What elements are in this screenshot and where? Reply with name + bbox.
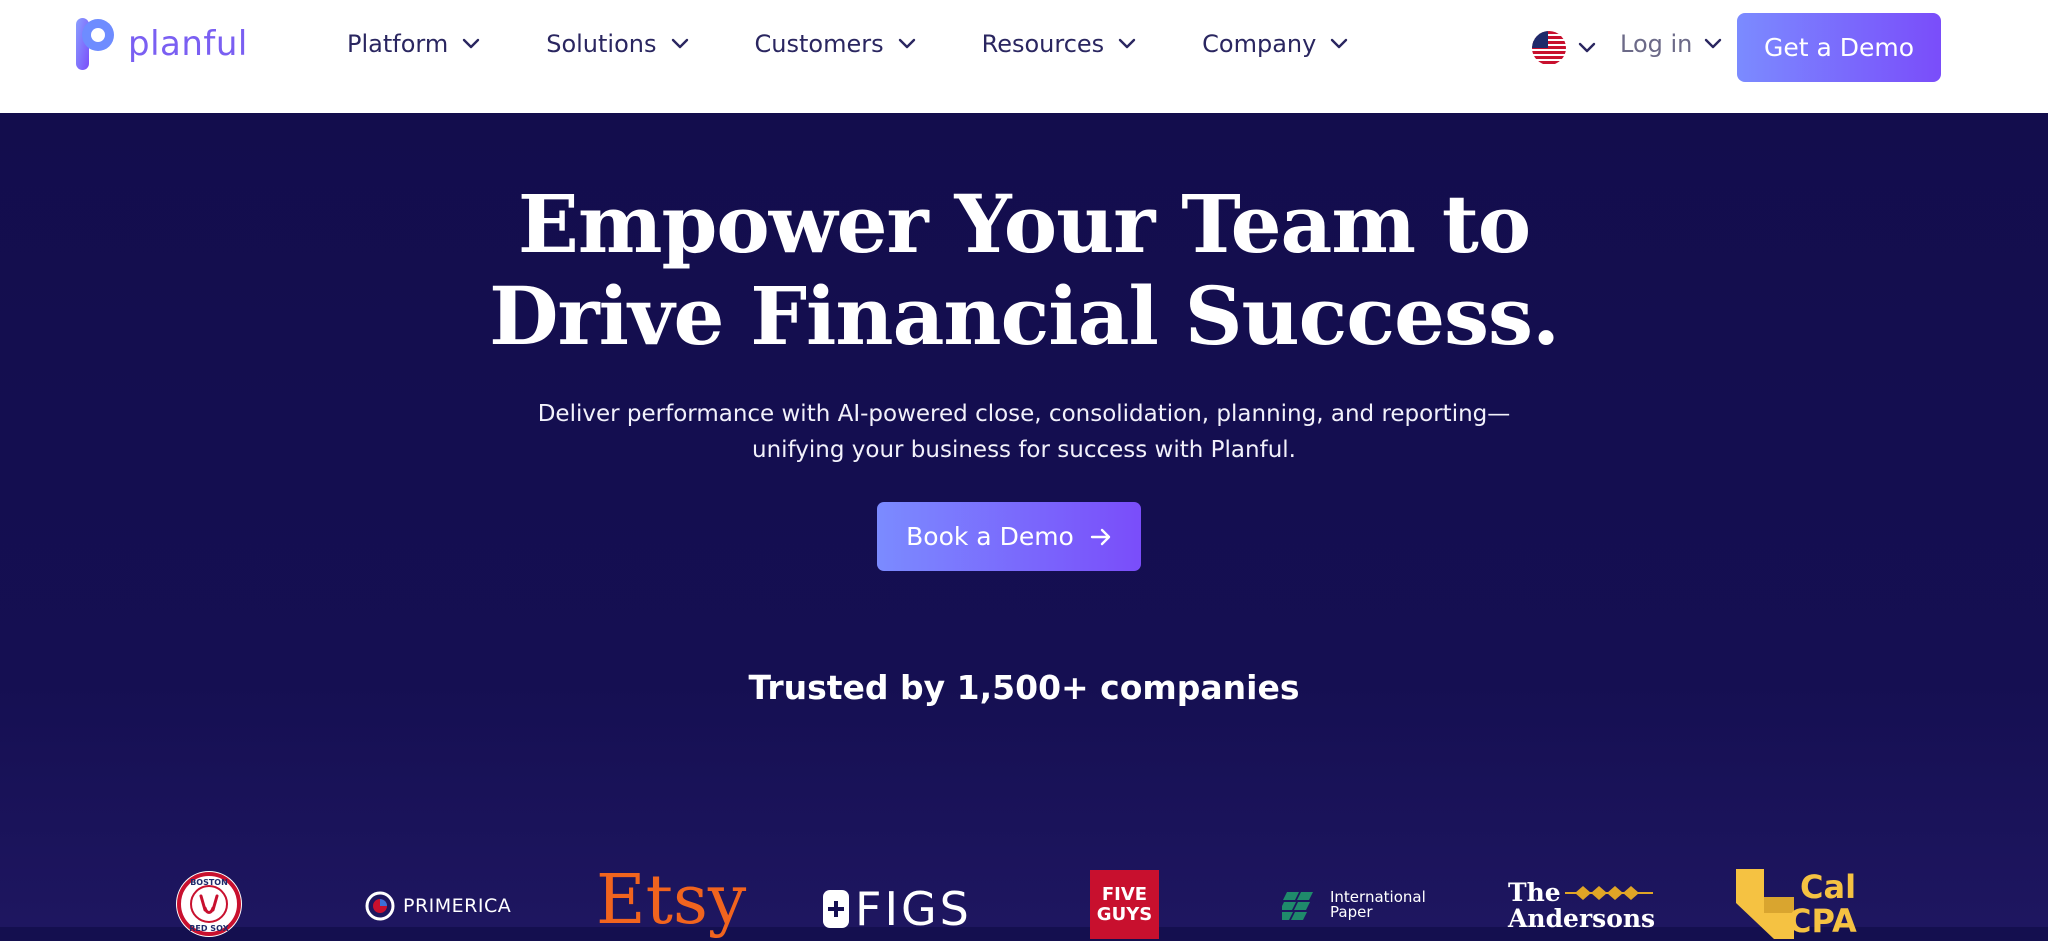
planful-logo[interactable]: planful	[76, 18, 248, 70]
hero-headline: Empower Your Team to Drive Financial Suc…	[0, 178, 2048, 362]
red-sox-text: RED SOX	[189, 924, 229, 933]
book-a-demo-button[interactable]: Book a Demo	[877, 502, 1141, 571]
primerica-mark-icon	[365, 891, 395, 921]
arrow-right-icon	[1090, 528, 1111, 545]
hero-section: Empower Your Team to Drive Financial Suc…	[0, 113, 2048, 939]
nav-item-label: Customers	[754, 30, 884, 58]
the-andersons-logo: The Andersons	[1508, 880, 1655, 932]
the-text: The	[1508, 878, 1561, 907]
etsy-logo: Etsy	[596, 865, 746, 937]
nav-item-label: Platform	[347, 30, 449, 58]
nav-item-company[interactable]: Company	[1202, 30, 1348, 58]
primerica-logo: PRIMERICA	[365, 891, 511, 921]
guys-text: GUYS	[1096, 903, 1153, 925]
nav-item-resources[interactable]: Resources	[982, 30, 1137, 58]
chevron-down-icon[interactable]	[1578, 42, 1596, 54]
boston-text: BOSTON	[190, 878, 228, 887]
boston-red-sox-logo: BOSTON RED SOX	[175, 870, 243, 938]
nav-item-platform[interactable]: Platform	[347, 30, 480, 58]
nav-item-label: Resources	[981, 30, 1105, 58]
main-nav: Platform Solutions Customers Resources C…	[347, 30, 1348, 58]
chevron-down-icon	[463, 38, 480, 49]
figs-mark-icon	[823, 890, 849, 928]
nav-item-solutions[interactable]: Solutions	[546, 30, 688, 58]
us-flag-icon[interactable]	[1532, 31, 1566, 65]
login-label: Log in	[1620, 30, 1693, 58]
calcpa-logo: Cal CPA	[1736, 867, 1857, 941]
trusted-by-heading: Trusted by 1,500+ companies	[748, 668, 1300, 707]
book-a-demo-label: Book a Demo	[906, 522, 1074, 551]
hero-headline-line-1: Empower Your Team to	[517, 177, 1531, 271]
international-paper-logo: International Paper	[1282, 890, 1426, 920]
etsy-text: Etsy	[596, 861, 747, 940]
login-link[interactable]: Log in	[1620, 30, 1722, 58]
paper-text: Paper	[1330, 903, 1373, 921]
nav-item-label: Solutions	[546, 30, 657, 58]
figs-text: FIGS	[855, 882, 972, 936]
hero-subhead: Deliver performance with AI-powered clos…	[524, 396, 1524, 468]
international-paper-mark-icon	[1282, 892, 1313, 920]
cal-text: Cal	[1800, 868, 1857, 906]
chevron-down-icon	[1705, 38, 1722, 49]
chevron-down-icon	[898, 38, 915, 49]
planful-logo-icon	[76, 18, 114, 70]
five-guys-logo: FIVE GUYS	[1090, 870, 1159, 939]
customer-logo-strip: BOSTON RED SOX PRIMERICA Etsy FIGS FIVE …	[0, 753, 2048, 939]
hero-headline-line-2: Drive Financial Success.	[489, 269, 1560, 363]
hero-subhead-line-1: Deliver performance with AI-powered clos…	[537, 401, 1511, 427]
planful-wordmark: planful	[128, 24, 248, 64]
chevron-down-icon	[671, 38, 688, 49]
wheat-icon	[1564, 886, 1653, 900]
chevron-down-icon	[1331, 38, 1348, 49]
primerica-text: PRIMERICA	[403, 895, 512, 917]
nav-item-customers[interactable]: Customers	[755, 30, 916, 58]
site-header: planful Platform Solutions Customers Res…	[0, 0, 2048, 113]
nav-item-label: Company	[1202, 30, 1317, 58]
hero-subhead-line-2: unifying your business for success with …	[752, 437, 1296, 463]
chevron-down-icon	[1118, 38, 1136, 49]
andersons-text: Andersons	[1508, 904, 1656, 933]
figs-logo: FIGS	[823, 882, 972, 936]
cpa-text: CPA	[1788, 902, 1857, 940]
five-text: FIVE	[1101, 883, 1148, 905]
get-a-demo-button[interactable]: Get a Demo	[1737, 13, 1941, 82]
